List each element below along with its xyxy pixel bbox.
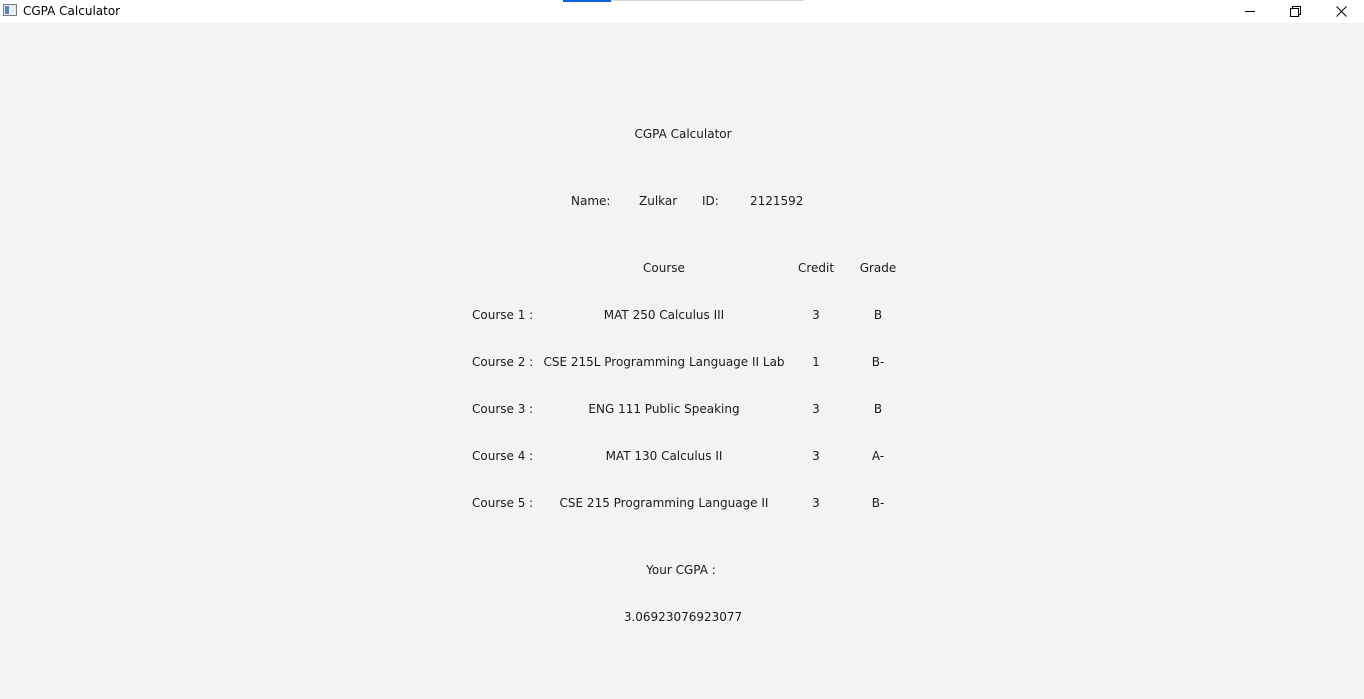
course-credit: 3: [812, 402, 820, 416]
column-header-credit: Credit: [797, 261, 835, 275]
column-header-grade: Grade: [859, 261, 897, 275]
cgpa-value: 3.06923076923077: [623, 610, 743, 624]
window-title: CGPA Calculator: [23, 4, 121, 18]
column-header-course: Course: [643, 261, 685, 275]
name-label: Name:: [571, 194, 611, 208]
course-name: MAT 250 Calculus III: [603, 308, 725, 322]
maximize-button[interactable]: [1272, 0, 1318, 22]
id-value: 2121592: [750, 194, 804, 208]
app-window-icon: [3, 4, 17, 16]
course-credit: 1: [812, 355, 820, 369]
cgpa-label: Your CGPA :: [646, 563, 716, 577]
course-grade: A-: [871, 449, 885, 463]
course-row-label: Course 3 :: [472, 402, 534, 416]
course-grade: B: [873, 308, 883, 322]
course-grade: B-: [871, 496, 885, 510]
title-bar: CGPA Calculator: [0, 0, 1364, 23]
course-name: MAT 130 Calculus II: [605, 449, 723, 463]
course-row-label: Course 5 :: [472, 496, 534, 510]
course-row-label: Course 2 :: [472, 355, 534, 369]
course-row-label: Course 1 :: [472, 308, 534, 322]
name-value: Zulkar: [639, 194, 678, 208]
course-credit: 3: [812, 449, 820, 463]
page-title: CGPA Calculator: [634, 127, 732, 141]
course-credit: 3: [812, 308, 820, 322]
course-name: CSE 215 Programming Language II: [559, 496, 769, 510]
id-label: ID:: [702, 194, 719, 208]
course-credit: 3: [812, 496, 820, 510]
course-row-label: Course 4 :: [472, 449, 534, 463]
course-grade: B: [873, 402, 883, 416]
minimize-icon: [1245, 11, 1255, 12]
course-name: CSE 215L Programming Language II Lab: [543, 355, 785, 369]
course-name: ENG 111 Public Speaking: [588, 402, 740, 416]
minimize-button[interactable]: [1227, 0, 1273, 22]
restore-icon: [1289, 5, 1301, 17]
close-button[interactable]: [1318, 0, 1364, 22]
progress-indicator: [563, 0, 611, 2]
course-grade: B-: [871, 355, 885, 369]
close-icon: [1335, 5, 1347, 17]
